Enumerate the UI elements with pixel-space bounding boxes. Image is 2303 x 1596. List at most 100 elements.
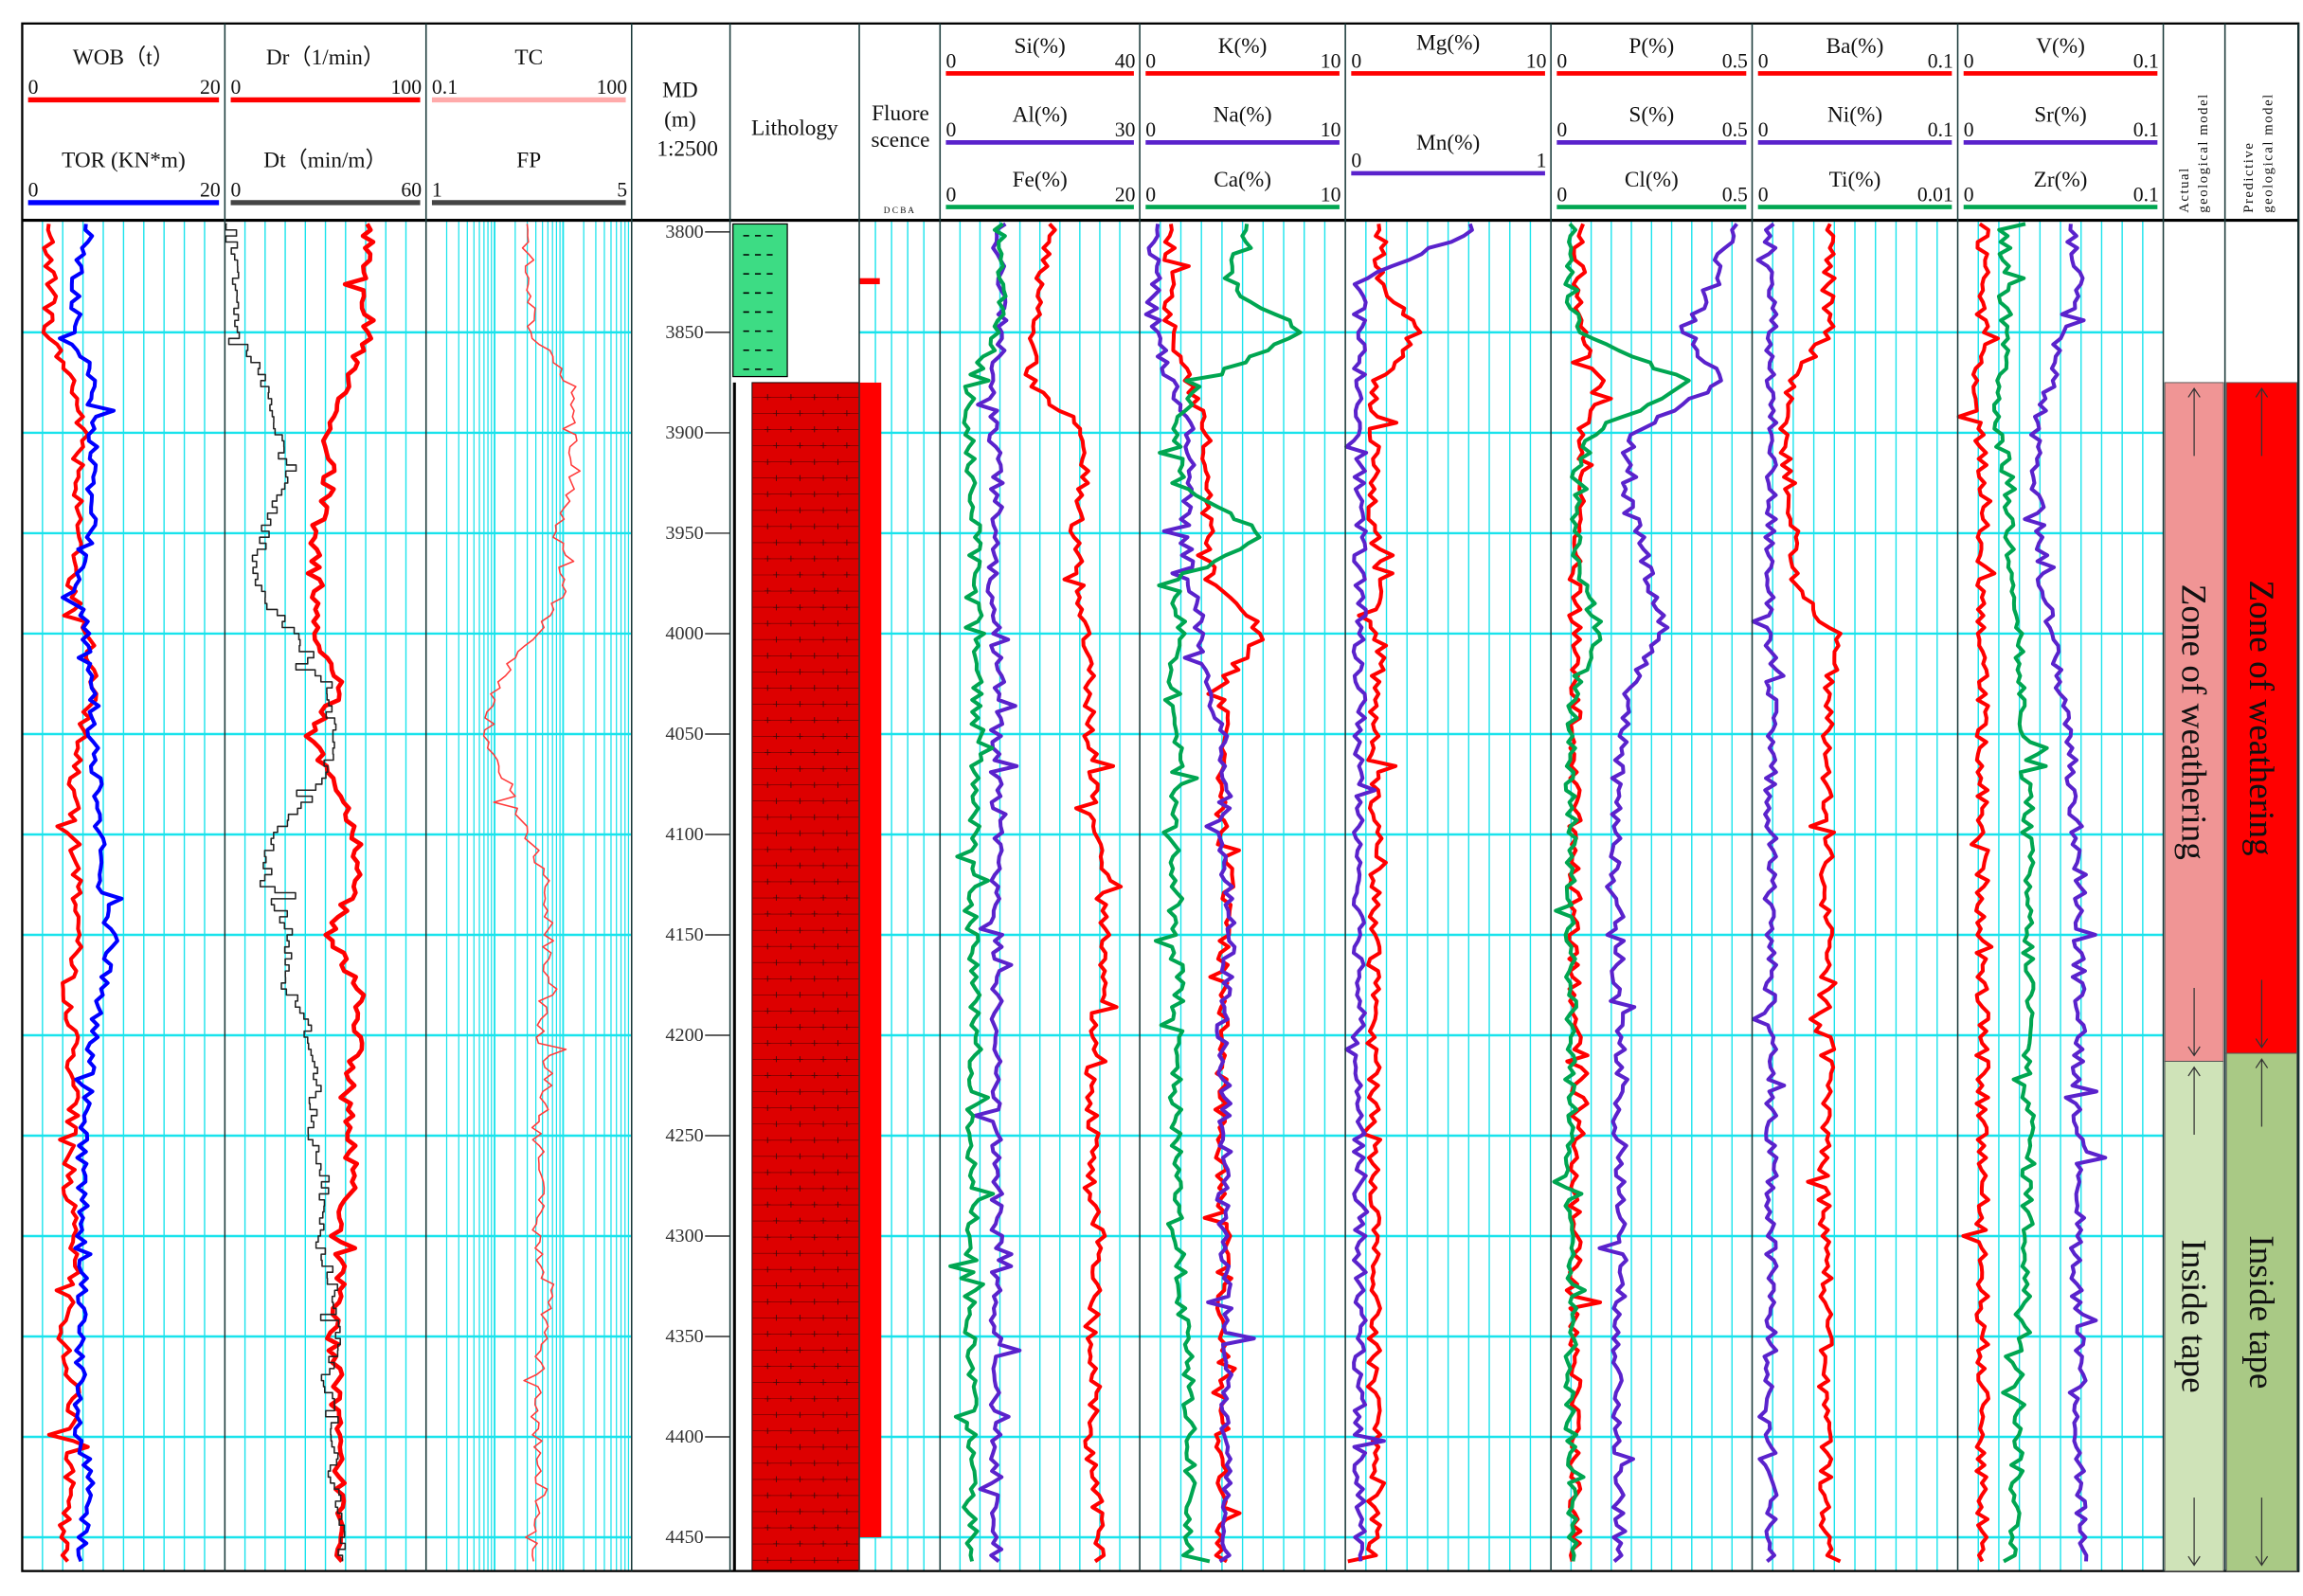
granite-pattern: +: [773, 1474, 781, 1488]
granite-pattern: +: [773, 795, 781, 809]
scale-min: 0: [1556, 183, 1567, 206]
granite-pattern: +: [843, 1118, 851, 1132]
granite-pattern: +: [835, 876, 842, 890]
scale-min: 0: [1556, 49, 1567, 72]
granite-pattern: +: [835, 1231, 842, 1246]
granite-pattern: +: [764, 1102, 771, 1116]
granite-pattern: +: [819, 537, 827, 551]
granite-pattern: +: [835, 1490, 842, 1504]
granite-pattern: +: [843, 666, 851, 680]
granite-pattern: +: [764, 844, 771, 858]
granite-pattern: +: [787, 1457, 795, 1471]
granite-pattern: +: [819, 860, 827, 874]
granite-pattern: +: [773, 1441, 781, 1455]
scale-max: 0.1: [2133, 49, 2159, 72]
track-label-sr: Sr(%): [2034, 103, 2087, 128]
granite-pattern: +: [764, 941, 771, 955]
granite-pattern: +: [773, 730, 781, 744]
granite-pattern: +: [811, 1102, 819, 1116]
granite-pattern: +: [773, 634, 781, 648]
granite-pattern: +: [764, 1199, 771, 1213]
granite-pattern: +: [796, 569, 803, 583]
track-label-dtminm: Dt（min/m）: [263, 149, 387, 173]
granite-pattern: +: [796, 795, 803, 809]
well-log-chart: + + + + + + + + + + + + + + + + + + + + + + + + + + + + + + + + + + + + + + + +…: [21, 22, 2300, 1572]
granite-pattern: +: [764, 456, 771, 470]
track-label-mg: Mg(%): [1416, 31, 1480, 56]
granite-pattern: +: [764, 650, 771, 664]
granite-pattern: +: [796, 1312, 803, 1326]
fluorescence-label-2: scence: [871, 128, 929, 152]
granite-pattern: +: [796, 924, 803, 939]
granite-pattern: +: [764, 585, 771, 600]
granite-pattern: +: [819, 601, 827, 616]
predictive-model-label-1: Predictive: [2241, 142, 2257, 213]
granite-pattern: +: [811, 1069, 819, 1084]
granite-pattern: +: [811, 650, 819, 664]
granite-pattern: +: [773, 989, 781, 1003]
granite-pattern: +: [796, 730, 803, 744]
granite-pattern: +: [764, 391, 771, 405]
granite-pattern: +: [773, 1408, 781, 1423]
granite-pattern: +: [843, 860, 851, 874]
scale-min: 0: [28, 179, 39, 202]
depth-tick-label: 4100: [665, 824, 703, 845]
scale-min: 0: [945, 183, 956, 206]
granite-pattern: +: [773, 1247, 781, 1262]
granite-pattern: +: [811, 553, 819, 567]
granite-pattern: +: [811, 520, 819, 534]
granite-pattern: +: [835, 1167, 842, 1181]
granite-pattern: +: [819, 1021, 827, 1035]
granite-pattern: +: [843, 1247, 851, 1262]
curve-ni: [1751, 222, 1787, 1563]
granite-pattern: +: [764, 1425, 771, 1439]
scale-max: 10: [1321, 49, 1341, 72]
granite-pattern: +: [843, 1474, 851, 1488]
granite-pattern: +: [773, 762, 781, 777]
granite-pattern: +: [796, 666, 803, 680]
md-label: MD: [662, 78, 697, 102]
granite-pattern: +: [796, 634, 803, 648]
granite-pattern: +: [796, 1538, 803, 1552]
granite-pattern: +: [843, 1183, 851, 1197]
granite-pattern: +: [773, 860, 781, 874]
actual-model-label-2: geological model: [2196, 93, 2211, 213]
granite-pattern: +: [764, 1522, 771, 1536]
granite-pattern: +: [796, 1247, 803, 1262]
scale-max: 20: [1115, 183, 1136, 206]
granite-pattern: +: [811, 973, 819, 987]
scale-max: 40: [1115, 49, 1136, 72]
granite-pattern: +: [787, 585, 795, 600]
granite-pattern: +: [787, 650, 795, 664]
granite-pattern: +: [773, 537, 781, 551]
curve-v: [1956, 222, 2001, 1563]
granite-pattern: +: [773, 407, 781, 421]
granite-pattern: +: [843, 1441, 851, 1455]
granite-pattern: +: [787, 1328, 795, 1342]
scale-max: 0.1: [1928, 49, 1953, 72]
granite-pattern: +: [819, 1408, 827, 1423]
scale-min: 0: [1556, 118, 1567, 141]
zone-label: Inside tape: [2241, 1235, 2280, 1389]
scale-min: 1: [432, 179, 442, 202]
scale-max: 100: [391, 76, 423, 99]
granite-pattern: +: [787, 1296, 795, 1310]
granite-pattern: +: [787, 1199, 795, 1213]
granite-pattern: +: [835, 618, 842, 632]
granite-pattern: +: [787, 876, 795, 890]
actual-model-label-1: Actual: [2177, 167, 2192, 213]
granite-pattern: +: [819, 1151, 827, 1165]
granite-pattern: +: [764, 746, 771, 761]
granite-pattern: +: [764, 553, 771, 567]
granite-pattern: +: [773, 1151, 781, 1165]
scale-max: 30: [1115, 118, 1136, 141]
granite-pattern: +: [787, 682, 795, 696]
track-label-fp: FP: [516, 149, 541, 173]
granite-pattern: +: [843, 1085, 851, 1100]
granite-pattern: +: [764, 1490, 771, 1504]
granite-pattern: +: [796, 1441, 803, 1455]
granite-pattern: +: [764, 682, 771, 696]
granite-pattern: +: [819, 1474, 827, 1488]
granite-pattern: +: [819, 504, 827, 518]
grid-layer: [22, 220, 2164, 1571]
